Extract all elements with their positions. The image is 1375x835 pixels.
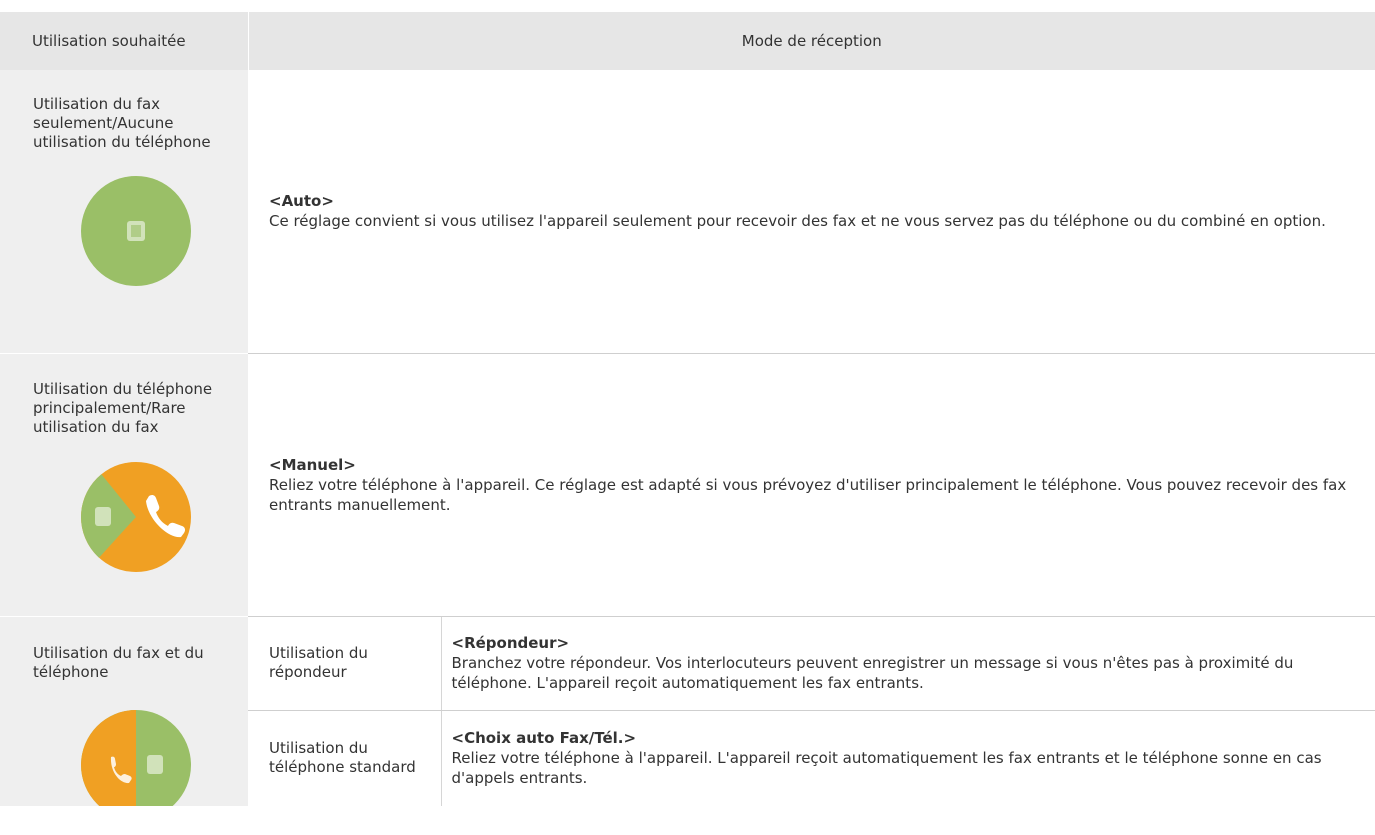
header-usage: Utilisation souhaitée [0,12,249,70]
usage-label: Utilisation du téléphone principalement/… [33,379,213,436]
mode-description: Branchez votre répondeur. Vos interlocut… [451,654,1294,693]
sub-usage-label: Utilisation du téléphone standard [269,739,416,777]
mode-description: Ce réglage convient si vous utilisez l'a… [269,212,1326,231]
sub-usage-label: Utilisation du répondeur [269,644,368,682]
mode-title: <Auto> [269,192,334,211]
mode-cell: <Auto> Ce réglage convient si vous utili… [248,70,1375,354]
phone-mostly-icon [81,461,191,572]
header-mode: Mode de réception [248,12,1375,70]
mode-cell: <Manuel> Reliez votre téléphone à l'appa… [248,353,1375,617]
table-row: Utilisation du fax seulement/Aucune util… [0,70,1375,354]
mode-description: Reliez votre téléphone à l'appareil. L'a… [451,749,1322,788]
fax-and-phone-icon [81,709,191,806]
usage-cell: Utilisation du fax et du téléphone [0,616,248,806]
sub-usage-cell: Utilisation du répondeur [248,616,442,711]
fax-only-icon [81,176,191,286]
table-row: Utilisation du téléphone principalement/… [0,353,1375,617]
table-row: Utilisation du fax et du téléphone Utili… [0,616,1375,806]
sub-mode-cell: <Choix auto Fax/Tél.> Reliez votre télép… [441,710,1375,805]
usage-cell: Utilisation du téléphone principalement/… [0,353,248,617]
header-row: Utilisation souhaitée Mode de réception [0,12,1375,70]
sub-usage-cell: Utilisation du téléphone standard [248,710,442,806]
mode-title: <Manuel> [269,455,356,474]
usage-label: Utilisation du fax et du téléphone [33,643,204,681]
usage-cell: Utilisation du fax seulement/Aucune util… [0,70,248,354]
usage-label: Utilisation du fax seulement/Aucune util… [33,95,211,151]
mode-title: <Choix auto Fax/Tél.> [451,729,637,748]
sub-mode-cell: <Répondeur> Branchez votre répondeur. Vo… [441,616,1375,711]
mode-description: Reliez votre téléphone à l'appareil. Ce … [269,475,1347,514]
mode-title: <Répondeur> [451,634,570,653]
reception-mode-table: Utilisation souhaitée Mode de réception … [0,12,1375,806]
